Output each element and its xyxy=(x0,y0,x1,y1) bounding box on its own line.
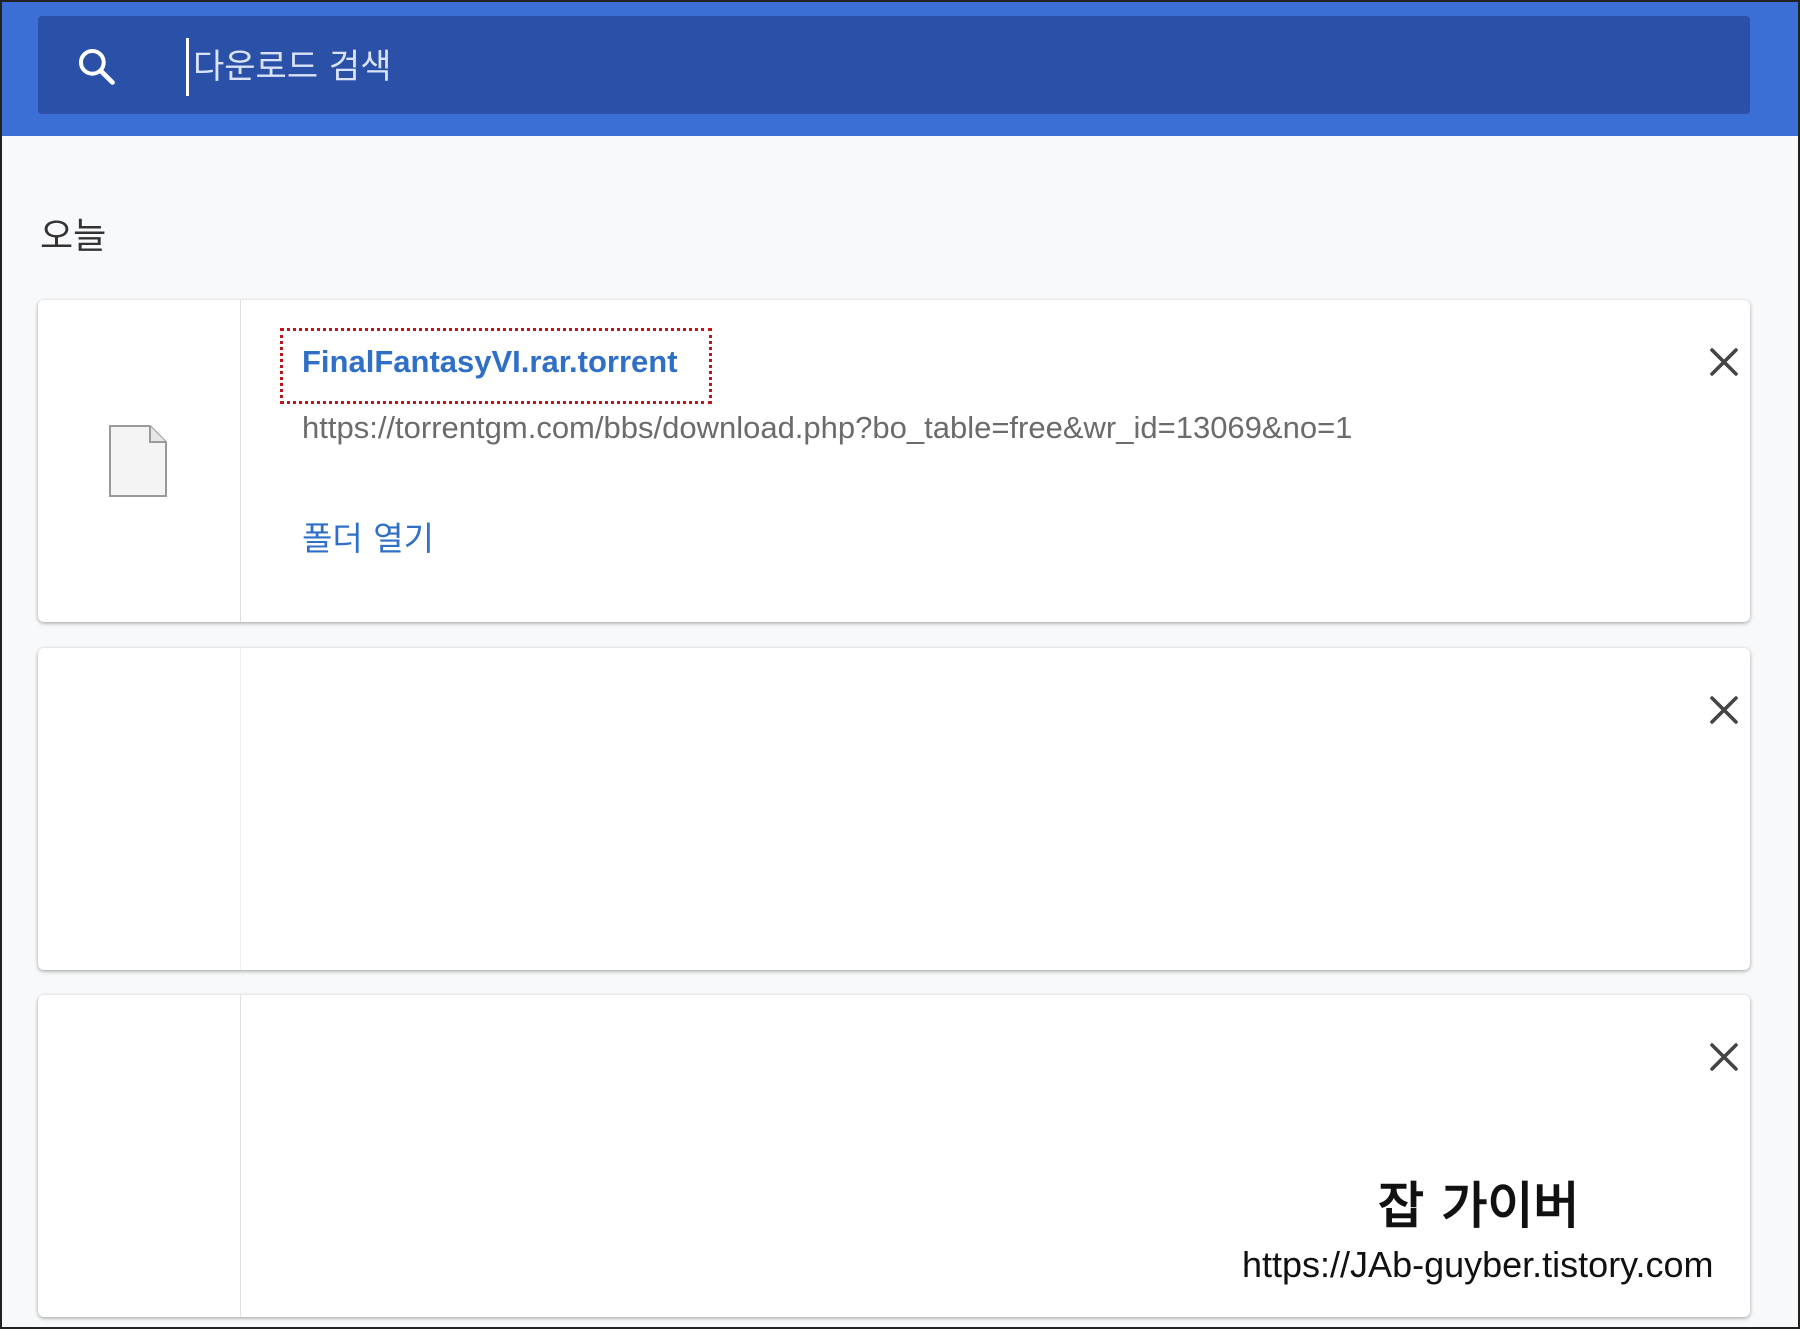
search-bar[interactable] xyxy=(38,16,1750,114)
toolbar-header xyxy=(2,2,1798,136)
highlight-annotation xyxy=(280,328,712,404)
open-folder-link[interactable]: 폴더 열기 xyxy=(302,512,434,560)
date-section-title: 오늘 xyxy=(40,216,107,257)
close-icon[interactable] xyxy=(1706,1039,1742,1075)
divider xyxy=(240,995,241,1317)
divider xyxy=(240,648,241,970)
download-item xyxy=(38,648,1750,970)
file-icon xyxy=(108,424,168,498)
watermark-title: 잡 가이버 xyxy=(1378,1177,1580,1235)
divider xyxy=(240,300,241,622)
search-icon[interactable] xyxy=(74,44,118,88)
watermark-url: https://JAb-guyber.tistory.com xyxy=(1242,1244,1714,1285)
close-icon[interactable] xyxy=(1706,344,1742,380)
close-icon[interactable] xyxy=(1706,692,1742,728)
source-url: https://torrentgm.com/bbs/download.php?b… xyxy=(302,410,1353,445)
search-input[interactable] xyxy=(186,38,1695,96)
download-item: FinalFantasyVI.rar.torrent https://torre… xyxy=(38,300,1750,622)
